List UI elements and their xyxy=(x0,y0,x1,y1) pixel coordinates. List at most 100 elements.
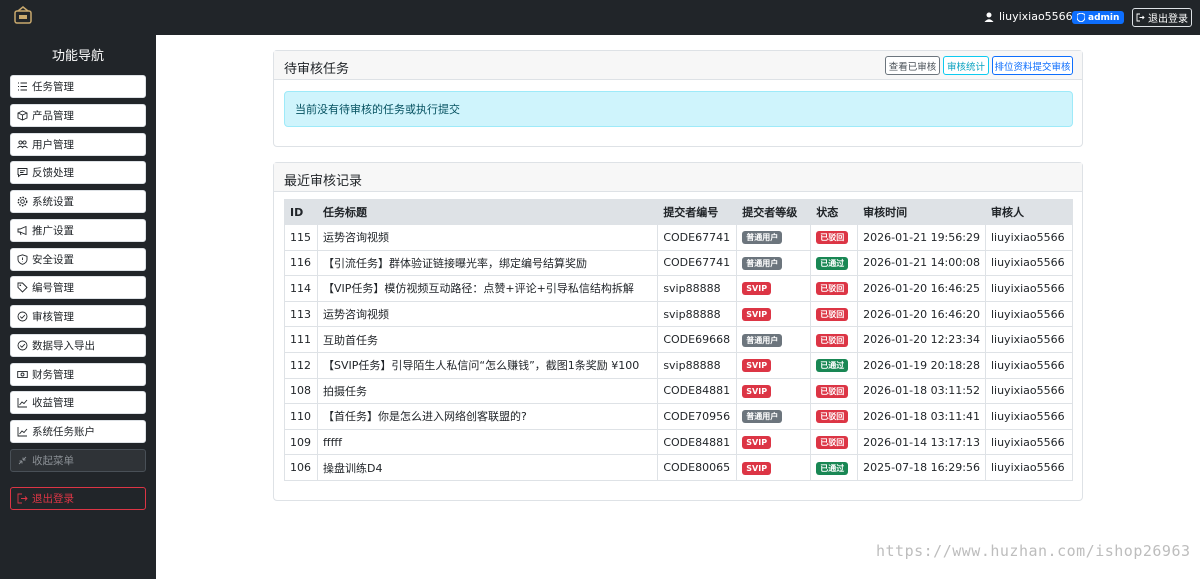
review-stats-button[interactable]: 审核统计 xyxy=(943,56,989,75)
table-row: 113 运势咨询视频 svip88888 SVIP 已驳回 2026-01-20 16:4… xyxy=(284,300,1074,328)
cell-code: CODE84881 xyxy=(657,428,738,456)
cell-code: svip88888 xyxy=(657,351,738,379)
check-circle-icon xyxy=(17,311,28,322)
table-row: 116 【引流任务】群体验证链接曝光率，绑定编号结算奖励 CODE67741 普通用户… xyxy=(284,249,1074,277)
sidebar-item-9[interactable]: 审核管理 xyxy=(10,305,146,328)
sidebar-item-12[interactable]: 收益管理 xyxy=(10,391,146,414)
collapse-label: 收起菜单 xyxy=(32,455,74,467)
level-badge: 普通用户 xyxy=(742,256,783,270)
column-header: 审核时间 xyxy=(857,199,986,225)
rank-review-button[interactable]: 排位资料提交审核 xyxy=(992,56,1073,75)
view-reviewed-button[interactable]: 查看已审核 xyxy=(885,56,940,75)
cell-status: 已驳回 xyxy=(810,403,859,430)
cell-reviewer: liuyixiao5566 xyxy=(984,224,1074,251)
cell-id: 115 xyxy=(284,224,318,251)
sidebar-item-8[interactable]: 编号管理 xyxy=(10,276,146,299)
sidebar-item-5[interactable]: 系统设置 xyxy=(10,190,146,213)
table-row: 106 操盘训练D4 CODE80065 SVIP 已通过 2025-07-18 16:2… xyxy=(284,454,1074,481)
cell-reviewer: liuyixiao5566 xyxy=(984,428,1074,456)
cell-id: 110 xyxy=(284,403,318,430)
username: liuyixiao5566 xyxy=(999,10,1073,23)
people-icon xyxy=(17,140,28,149)
cell-title: 【SVIP任务】引导陌生人私信问“怎么赚钱”，截图1条奖励 ¥100 xyxy=(316,351,659,379)
cell-code: CODE70956 xyxy=(657,403,738,430)
level-badge: 普通用户 xyxy=(742,231,783,245)
sidebar-item-4[interactable]: 反馈处理 xyxy=(10,161,146,184)
records-table: ID 任务标题 提交者编号 提交者等级 状态 审核时间 审核人 115 运势咨询视频 CODE6… xyxy=(284,199,1074,481)
list-icon xyxy=(18,82,27,91)
cell-reviewer: liuyixiao5566 xyxy=(984,351,1074,379)
cell-title: 运势咨询视频 xyxy=(316,300,659,328)
empty-pending-alert: 当前没有待审核的任务或执行提交 xyxy=(284,91,1073,127)
cash-icon xyxy=(17,371,28,378)
sidebar-item-1[interactable]: 任务管理 xyxy=(10,75,146,98)
cell-status: 已驳回 xyxy=(810,377,859,405)
cell-status: 已通过 xyxy=(810,249,859,277)
cell-level: SVIP xyxy=(736,275,812,302)
sidebar-item-label: 财务管理 xyxy=(32,369,74,381)
watermark: https://www.huzhan.com/ishop26963 xyxy=(876,542,1191,560)
cell-time: 2026-01-20 16:46:20 xyxy=(857,300,986,328)
cell-code: CODE67741 xyxy=(657,224,738,251)
level-badge: SVIP xyxy=(742,359,772,373)
role-badge: admin xyxy=(1072,11,1125,24)
status-badge: 已驳回 xyxy=(816,231,849,245)
cell-time: 2026-01-20 12:23:34 xyxy=(857,326,986,353)
cell-status: 已驳回 xyxy=(810,275,859,302)
sidebar-item-label: 任务管理 xyxy=(32,81,74,93)
box-icon xyxy=(17,110,28,121)
logout-button-top[interactable]: 退出登录 xyxy=(1132,8,1192,27)
cell-status: 已驳回 xyxy=(810,300,859,328)
cell-reviewer: liuyixiao5566 xyxy=(984,326,1074,353)
records-card-header: 最近审核记录 xyxy=(274,163,1082,192)
cell-level: SVIP xyxy=(736,454,812,481)
cell-reviewer: liuyixiao5566 xyxy=(984,403,1074,430)
cell-time: 2026-01-20 16:46:25 xyxy=(857,275,986,302)
cell-title: 【首任务】你是怎么进入网络创客联盟的? xyxy=(316,403,659,430)
cell-level: SVIP xyxy=(736,300,812,328)
cell-id: 109 xyxy=(284,428,318,456)
collapse-icon xyxy=(18,456,27,465)
sidebar-item-6[interactable]: 推广设置 xyxy=(10,219,146,242)
sidebar-item-label: 编号管理 xyxy=(32,282,74,294)
cell-level: 普通用户 xyxy=(736,224,812,251)
table-header-row: ID 任务标题 提交者编号 提交者等级 状态 审核时间 审核人 xyxy=(284,199,1074,225)
sidebar-item-label: 收益管理 xyxy=(32,397,74,409)
sidebar-item-7[interactable]: 安全设置 xyxy=(10,248,146,271)
cell-id: 111 xyxy=(284,326,318,353)
sidebar-item-label: 产品管理 xyxy=(32,110,74,122)
logout-label: 退出登录 xyxy=(1148,14,1188,25)
chart-line-icon xyxy=(17,398,28,408)
top-navbar: liuyixiao5566 admin 退出登录 xyxy=(0,0,1200,35)
column-header: 任务标题 xyxy=(316,199,659,225)
person-icon xyxy=(984,12,994,22)
sidebar-logout-label: 退出登录 xyxy=(32,493,74,505)
cell-time: 2026-01-18 03:11:52 xyxy=(857,377,986,405)
sidebar-item-label: 审核管理 xyxy=(32,311,74,323)
sidebar-item-label: 推广设置 xyxy=(32,225,74,237)
shield-icon xyxy=(17,254,28,265)
sidebar-item-13[interactable]: 系统任务账户 xyxy=(10,420,146,443)
sidebar-item-3[interactable]: 用户管理 xyxy=(10,133,146,156)
column-header: 提交者编号 xyxy=(657,199,738,225)
cell-level: 普通用户 xyxy=(736,249,812,277)
sidebar-item-label: 系统设置 xyxy=(32,196,74,208)
column-header: 审核人 xyxy=(984,199,1074,225)
column-header: ID xyxy=(284,199,318,225)
table-row: 112 【SVIP任务】引导陌生人私信问“怎么赚钱”，截图1条奖励 ¥100 svi… xyxy=(284,351,1074,379)
cell-status: 已通过 xyxy=(810,351,859,379)
sidebar-logout-button[interactable]: 退出登录 xyxy=(10,487,146,510)
current-user: liuyixiao5566 xyxy=(984,10,1073,23)
sidebar-item-10[interactable]: 数据导入导出 xyxy=(10,334,146,357)
sidebar-item-2[interactable]: 产品管理 xyxy=(10,104,146,127)
pending-tasks-card: 待审核任务 查看已审核 审核统计 排位资料提交审核 当前没有待审核的任务或执行提… xyxy=(273,50,1083,147)
records-card-title: 最近审核记录 xyxy=(284,174,363,189)
status-badge: 已驳回 xyxy=(816,333,849,347)
tag-icon xyxy=(17,282,28,293)
status-badge: 已通过 xyxy=(816,461,849,475)
sidebar-collapse-button[interactable]: 收起菜单 xyxy=(10,449,146,472)
sidebar-item-11[interactable]: 财务管理 xyxy=(10,363,146,386)
level-badge: 普通用户 xyxy=(742,333,783,347)
cell-time: 2026-01-19 20:18:28 xyxy=(857,351,986,379)
table-row: 111 互助首任务 CODE69668 普通用户 已驳回 2026-01-20 12:23… xyxy=(284,326,1074,353)
